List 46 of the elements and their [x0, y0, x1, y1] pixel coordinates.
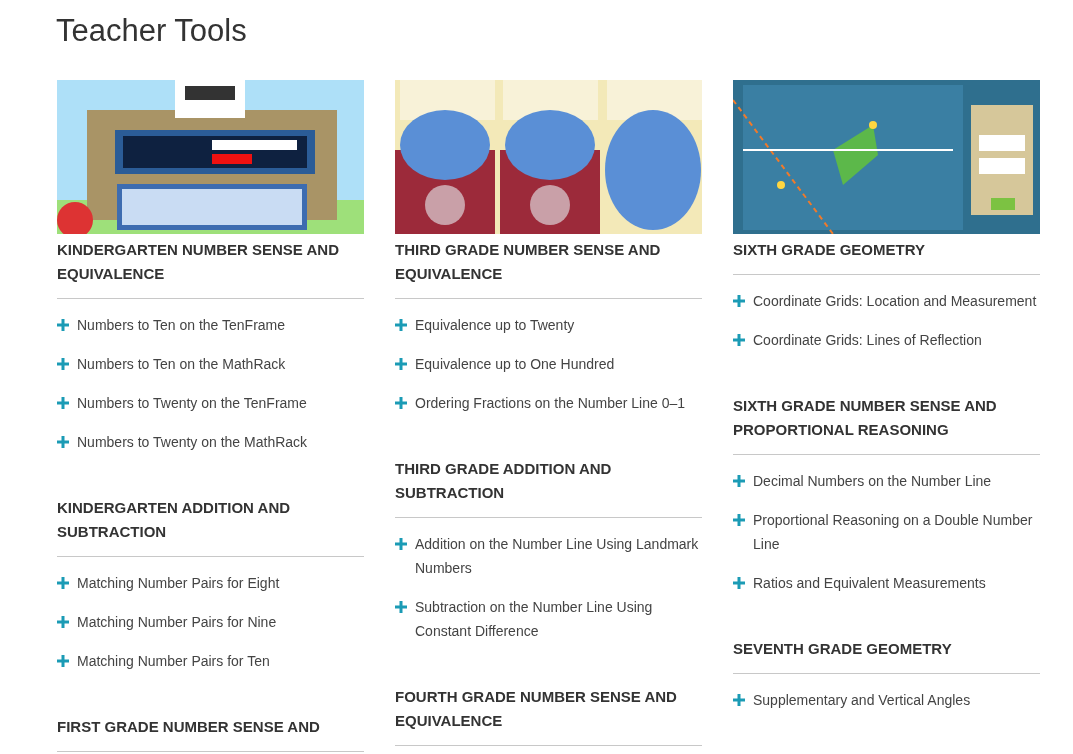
section-heading: THIRD GRADE NUMBER SENSE AND EQUIVALENCE — [395, 240, 662, 284]
tool-link[interactable]: Ratios and Equivalent Measurements — [753, 571, 986, 595]
tool-link[interactable]: Matching Number Pairs for Eight — [77, 571, 280, 595]
tool-link[interactable]: Coordinate Grids: Location and Measurement — [753, 289, 1037, 313]
tool-link[interactable]: Ordering Fractions on the Number Line 0–1 — [415, 391, 686, 415]
plus-icon — [395, 319, 407, 331]
section-heading: SEVENTH GRADE GEOMETRY — [733, 639, 953, 659]
section-heading: FIRST GRADE NUMBER SENSE AND — [57, 717, 321, 737]
tool-link[interactable]: Addition on the Number Line Using Landmark Numbers — [415, 532, 702, 580]
plus-icon — [733, 577, 745, 589]
plus-icon — [733, 694, 745, 706]
section-heading: SIXTH GRADE GEOMETRY — [733, 240, 926, 260]
plus-icon — [395, 397, 407, 409]
section-heading: KINDERGARTEN ADDITION AND SUBTRACTION — [57, 498, 292, 542]
tool-link[interactable]: Numbers to Twenty on the MathRack — [77, 430, 308, 454]
plus-icon — [57, 655, 69, 667]
page-title: Teacher Tools — [56, 12, 247, 50]
plus-icon — [57, 319, 69, 331]
tool-link[interactable]: Subtraction on the Number Line Using Constant Difference — [415, 595, 702, 643]
plus-icon — [395, 358, 407, 370]
tool-link[interactable]: Coordinate Grids: Lines of Reflection — [753, 328, 982, 352]
tool-link[interactable]: Equivalence up to One Hundred — [415, 352, 615, 376]
plus-icon — [733, 295, 745, 307]
section-heading: SIXTH GRADE NUMBER SENSE AND PROPORTIONAL REASONING — [733, 396, 998, 440]
tool-link[interactable]: Numbers to Twenty on the TenFrame — [77, 391, 307, 415]
tool-link[interactable]: Matching Number Pairs for Nine — [77, 610, 277, 634]
tool-link[interactable]: Supplementary and Vertical Angles — [753, 688, 971, 712]
plus-icon — [733, 334, 745, 346]
tool-link[interactable]: Numbers to Ten on the TenFrame — [77, 313, 286, 337]
tool-link[interactable]: Matching Number Pairs for Ten — [77, 649, 270, 673]
tool-link[interactable]: Equivalence up to Twenty — [415, 313, 575, 337]
tool-link[interactable]: Numbers to Ten on the MathRack — [77, 352, 286, 376]
plus-icon — [57, 577, 69, 589]
plus-icon — [57, 358, 69, 370]
plus-icon — [57, 616, 69, 628]
plus-icon — [395, 538, 407, 550]
tool-link[interactable]: Proportional Reasoning on a Double Number Line — [753, 508, 1040, 556]
plus-icon — [57, 436, 69, 448]
section-heading: FOURTH GRADE NUMBER SENSE AND EQUIVALENCE — [395, 687, 678, 731]
section-heading: KINDERGARTEN NUMBER SENSE AND EQUIVALENCE — [57, 240, 340, 284]
plus-icon — [395, 601, 407, 613]
plus-icon — [733, 514, 745, 526]
plus-icon — [733, 475, 745, 487]
plus-icon — [57, 397, 69, 409]
tool-link[interactable]: Decimal Numbers on the Number Line — [753, 469, 992, 493]
section-heading: THIRD GRADE ADDITION AND SUBTRACTION — [395, 459, 613, 503]
